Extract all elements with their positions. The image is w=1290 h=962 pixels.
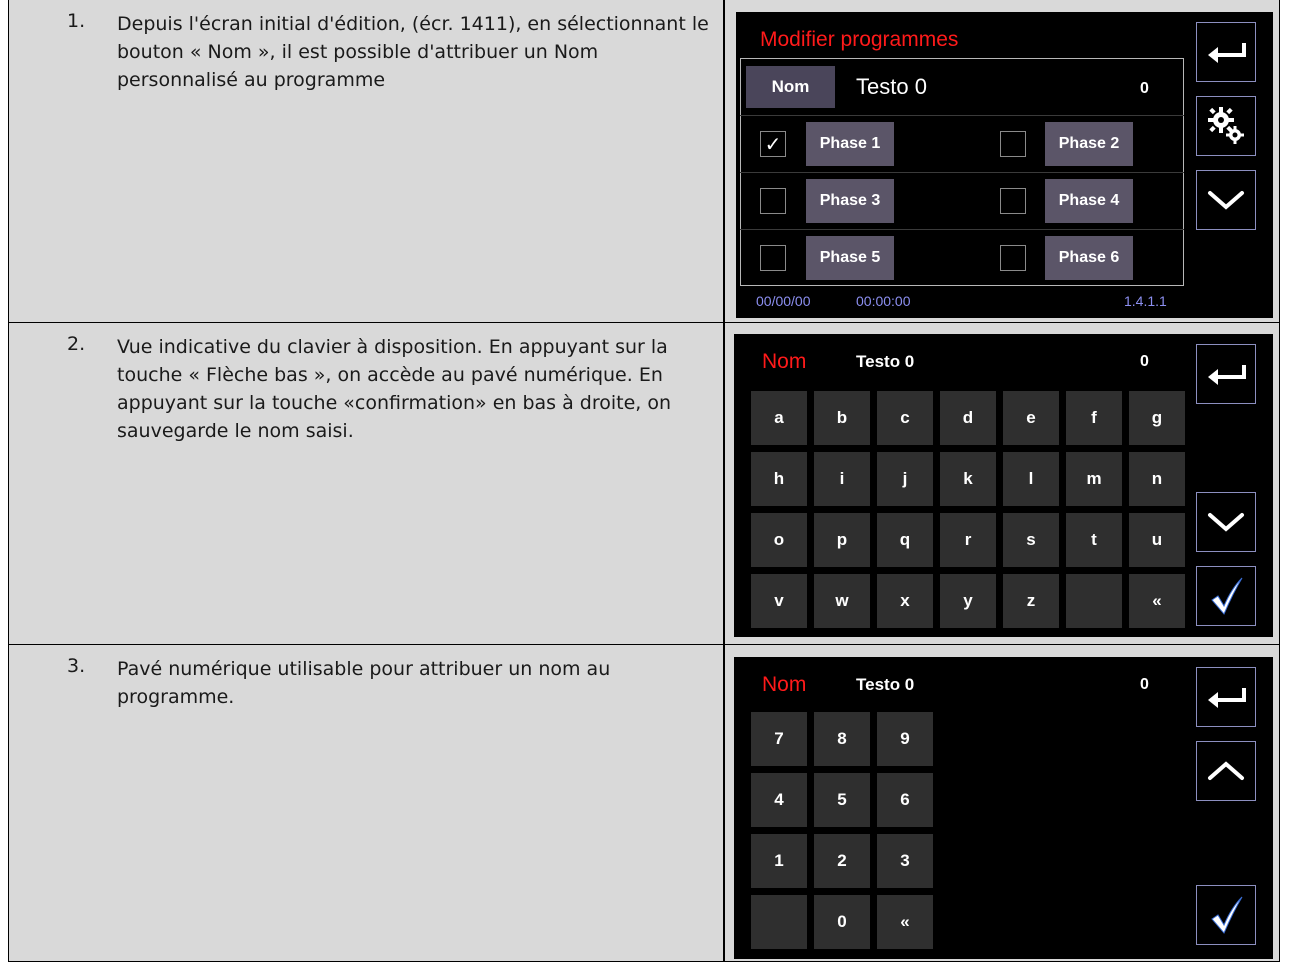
keyboard-key[interactable]: s bbox=[1003, 513, 1059, 567]
step-description: Pavé numérique utilisable pour attribuer… bbox=[117, 658, 611, 708]
checkmark-icon bbox=[1211, 577, 1243, 615]
keyboard-key[interactable]: 5 bbox=[814, 773, 870, 827]
edit-program-screen: Modifier programmes Nom Testo 0 0 ✓ Phas… bbox=[736, 12, 1273, 318]
chevron-down-icon bbox=[1208, 191, 1244, 210]
phase-5-button[interactable]: Phase 5 bbox=[806, 236, 894, 280]
down-button[interactable] bbox=[1196, 492, 1256, 552]
keyboard-key[interactable]: u bbox=[1129, 513, 1185, 567]
keyboard-key[interactable]: x bbox=[877, 574, 933, 628]
program-counter: 0 bbox=[1140, 676, 1149, 693]
back-arrow-icon bbox=[1208, 365, 1246, 385]
keyboard-key[interactable]: b bbox=[814, 391, 870, 445]
keyboard-key[interactable] bbox=[751, 895, 807, 949]
step-description: Vue indicative du clavier à disposition.… bbox=[117, 336, 672, 442]
column-divider bbox=[723, 0, 725, 322]
row-divider bbox=[740, 115, 1184, 116]
program-name: Testo 0 bbox=[856, 352, 915, 371]
keyboard-key[interactable]: j bbox=[877, 452, 933, 506]
keyboard-key[interactable]: h bbox=[751, 452, 807, 506]
keyboard-key[interactable]: « bbox=[1129, 574, 1185, 628]
status-time: 00:00:00 bbox=[856, 293, 911, 309]
keyboard-key[interactable]: 3 bbox=[877, 834, 933, 888]
name-button[interactable]: Nom bbox=[746, 66, 835, 108]
keyboard-key[interactable] bbox=[1066, 574, 1122, 628]
keyboard-key[interactable]: 8 bbox=[814, 712, 870, 766]
program-counter: 0 bbox=[1140, 353, 1149, 370]
row-divider bbox=[740, 172, 1184, 173]
down-button[interactable] bbox=[1196, 170, 1256, 230]
phase-6-checkbox[interactable] bbox=[1000, 245, 1026, 271]
step-number: 2. bbox=[67, 333, 86, 355]
step-description: Depuis l'écran initial d'édition, (écr. … bbox=[117, 13, 709, 91]
keyboard-key[interactable]: e bbox=[1003, 391, 1059, 445]
keyboard-key[interactable]: m bbox=[1066, 452, 1122, 506]
row-divider bbox=[740, 229, 1184, 230]
keyboard-key[interactable]: q bbox=[877, 513, 933, 567]
phase-6-button[interactable]: Phase 6 bbox=[1045, 236, 1133, 280]
back-button[interactable] bbox=[1196, 22, 1256, 82]
keyboard-key[interactable]: 2 bbox=[814, 834, 870, 888]
keyboard-key[interactable]: c bbox=[877, 391, 933, 445]
gear-icon bbox=[1208, 107, 1244, 144]
program-counter: 0 bbox=[1140, 80, 1149, 97]
keyboard-key[interactable]: n bbox=[1129, 452, 1185, 506]
keyboard-key[interactable]: d bbox=[940, 391, 996, 445]
keyboard-key[interactable]: f bbox=[1066, 391, 1122, 445]
chevron-down-icon bbox=[1208, 513, 1244, 532]
column-divider bbox=[723, 323, 725, 644]
confirm-button[interactable] bbox=[1196, 566, 1256, 626]
keyboard-key[interactable]: z bbox=[1003, 574, 1059, 628]
back-button[interactable] bbox=[1196, 344, 1256, 404]
keyboard-screen: Nom Testo 0 0 abcdefg hijklmn opqrstu vwxyz… bbox=[734, 334, 1273, 637]
program-name: Testo 0 bbox=[856, 675, 915, 694]
keyboard-key[interactable]: v bbox=[751, 574, 807, 628]
phase-2-checkbox[interactable] bbox=[1000, 131, 1026, 157]
keyboard-key[interactable]: w bbox=[814, 574, 870, 628]
firmware-version: 1.4.1.1 bbox=[1124, 293, 1167, 309]
keyboard-key[interactable]: 6 bbox=[877, 773, 933, 827]
back-button[interactable] bbox=[1196, 667, 1256, 727]
keyboard-key[interactable]: g bbox=[1129, 391, 1185, 445]
keyboard-key[interactable]: 9 bbox=[877, 712, 933, 766]
keyboard-key[interactable]: t bbox=[1066, 513, 1122, 567]
confirm-button[interactable] bbox=[1196, 885, 1256, 945]
keyboard-key[interactable]: y bbox=[940, 574, 996, 628]
screen-title: Nom bbox=[762, 673, 807, 696]
phase-5-checkbox[interactable] bbox=[760, 245, 786, 271]
keyboard-key[interactable]: p bbox=[814, 513, 870, 567]
chevron-up-icon bbox=[1208, 761, 1244, 780]
keyboard-key[interactable]: r bbox=[940, 513, 996, 567]
keyboard-key[interactable]: a bbox=[751, 391, 807, 445]
status-date: 00/00/00 bbox=[756, 293, 811, 309]
step-number: 1. bbox=[67, 10, 86, 32]
step-number: 3. bbox=[67, 655, 86, 677]
keyboard-key[interactable]: o bbox=[751, 513, 807, 567]
phase-1-button[interactable]: Phase 1 bbox=[806, 122, 894, 166]
screen-title: Modifier programmes bbox=[760, 28, 959, 51]
keyboard-key[interactable]: 1 bbox=[751, 834, 807, 888]
up-button[interactable] bbox=[1196, 741, 1256, 801]
numeric-keypad-screen: Nom Testo 0 0 7 8 9 4 5 6 1 2 3 0 « bbox=[734, 657, 1273, 959]
phase-4-checkbox[interactable] bbox=[1000, 188, 1026, 214]
keyboard-key[interactable]: 7 bbox=[751, 712, 807, 766]
back-arrow-icon bbox=[1208, 688, 1246, 708]
phase-3-checkbox[interactable] bbox=[760, 188, 786, 214]
phase-1-checkbox[interactable]: ✓ bbox=[760, 131, 786, 157]
phase-3-button[interactable]: Phase 3 bbox=[806, 179, 894, 223]
settings-button[interactable] bbox=[1196, 96, 1256, 156]
column-divider bbox=[723, 645, 725, 961]
phase-4-button[interactable]: Phase 4 bbox=[1045, 179, 1133, 223]
keyboard-key[interactable]: 0 bbox=[814, 895, 870, 949]
keyboard-key[interactable]: i bbox=[814, 452, 870, 506]
keyboard-key[interactable]: 4 bbox=[751, 773, 807, 827]
keyboard-key[interactable]: l bbox=[1003, 452, 1059, 506]
screen-title: Nom bbox=[762, 350, 807, 373]
checkmark-icon bbox=[1211, 896, 1243, 934]
program-name: Testo 0 bbox=[856, 74, 927, 99]
keyboard-key[interactable]: « bbox=[877, 895, 933, 949]
phase-2-button[interactable]: Phase 2 bbox=[1045, 122, 1133, 166]
back-arrow-icon bbox=[1208, 43, 1246, 63]
keyboard-key[interactable]: k bbox=[940, 452, 996, 506]
